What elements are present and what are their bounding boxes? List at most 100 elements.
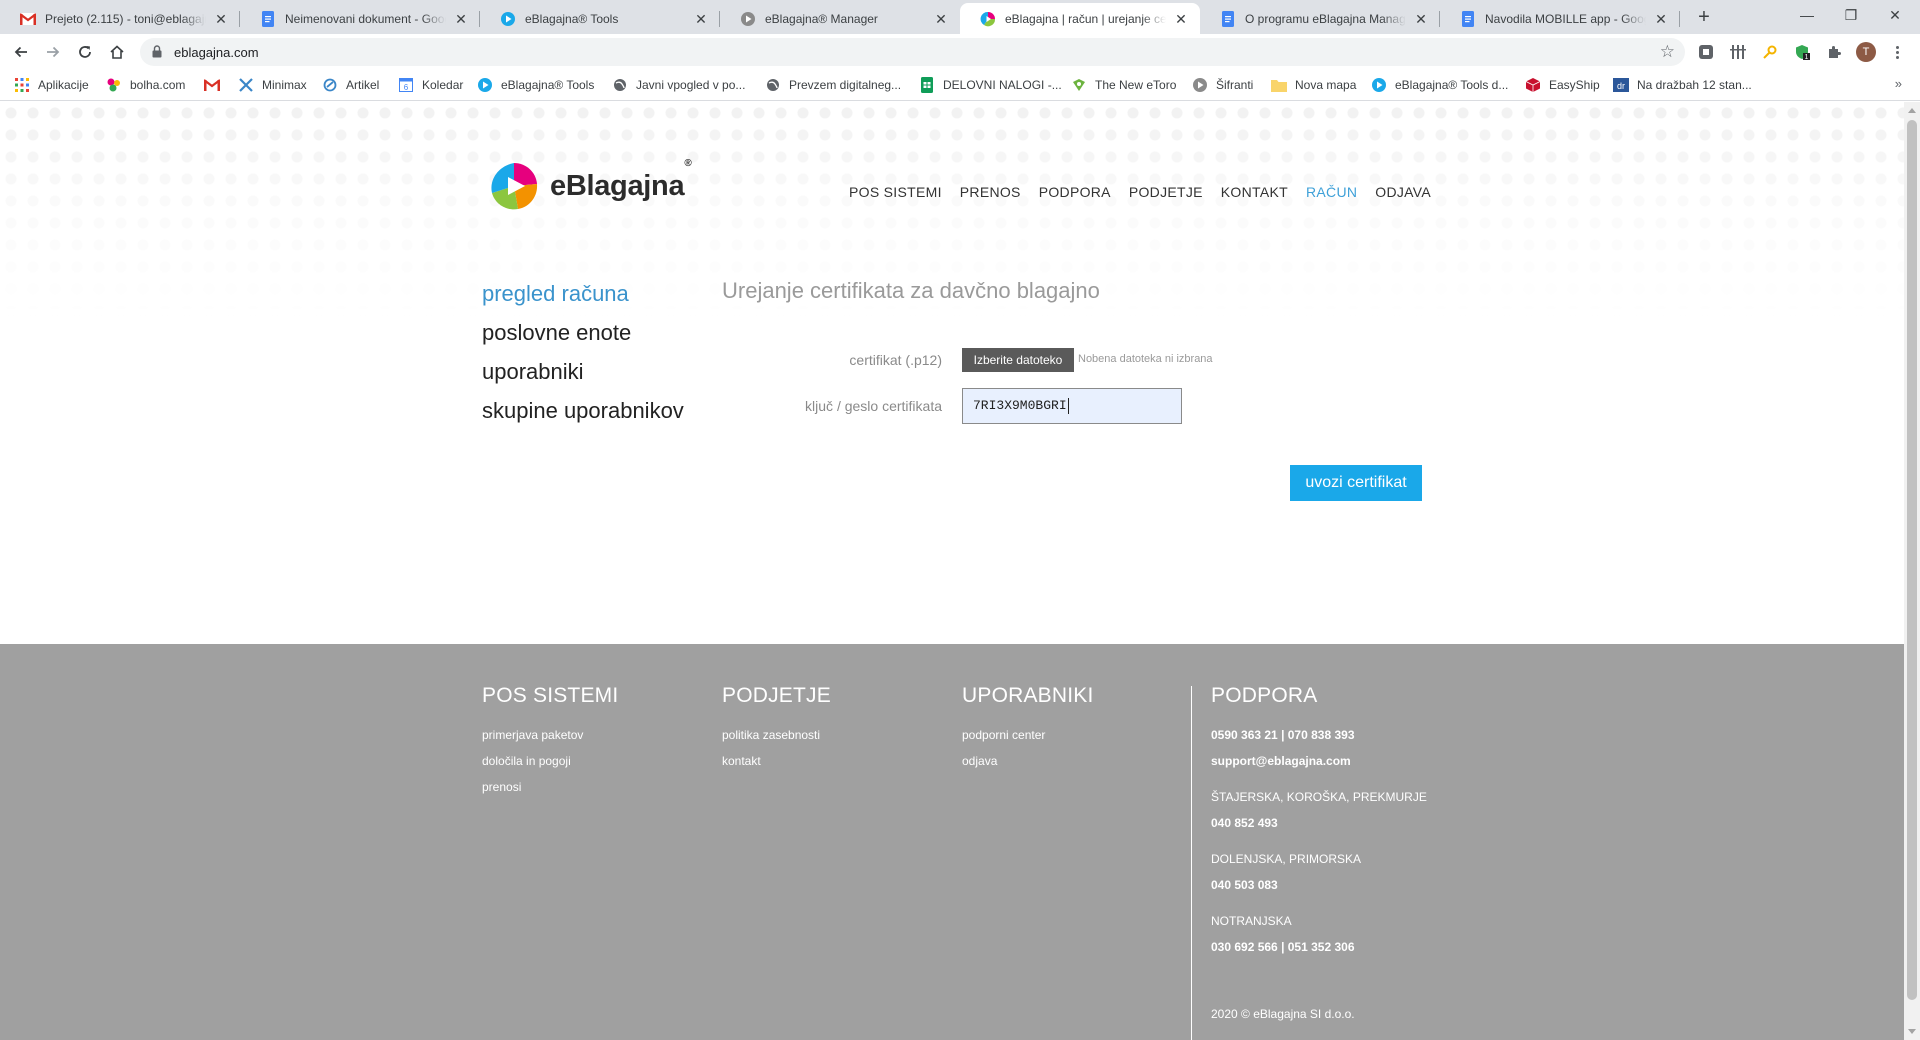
bookmark-gmail[interactable] [204,76,228,94]
footer-link-dolocila[interactable]: določila in pogoji [482,748,618,774]
tab-eblagajna-tools[interactable]: eBlagajna® Tools ✕ [480,3,720,34]
tab-title: Prejeto (2.115) - toni@eblagajna.com [45,11,206,26]
bookmark-label: Minimax [262,78,307,92]
close-icon[interactable]: ✕ [692,10,710,28]
bookmark-bolha[interactable]: bolha.com [106,76,185,94]
extension-shield-icon[interactable]: 1 [1792,42,1812,62]
bookmark-label: Šifranti [1216,78,1254,92]
tab-docs-3[interactable]: Navodila MOBILLE app - Google Dokumenti … [1440,3,1680,34]
bookmark-minimax[interactable]: Minimax [238,76,307,94]
close-icon[interactable]: ✕ [1652,10,1670,28]
footer-link-odjava[interactable]: odjava [962,748,1094,774]
reload-button[interactable] [72,39,98,65]
sidenav-poslovne-enote[interactable]: poslovne enote [482,313,684,352]
new-tab-button[interactable]: + [1690,4,1718,32]
copyright-text: 2020 © eBlagajna SI d.o.o. [1211,1007,1355,1021]
bookmark-eblagajna-tools[interactable]: eBlagajna® Tools [477,76,594,94]
tab-title: Neimenovani dokument - Google Dokumenti [285,11,446,26]
maximize-button[interactable]: ❐ [1828,0,1874,32]
bookmark-sifranti[interactable]: Šifranti [1192,76,1253,94]
close-icon[interactable]: ✕ [1172,10,1190,28]
support-phone-2[interactable]: 040 503 083 [1211,872,1427,898]
bookmark-eblagajna-tools-d[interactable]: eBlagajna® Tools d... [1371,76,1508,94]
back-button[interactable] [8,39,34,65]
site-logo[interactable]: eBlagajna® [488,158,692,212]
nav-odjava[interactable]: ODJAVA [1375,184,1431,200]
footer-link-kontakt[interactable]: kontakt [722,748,831,774]
choose-file-button[interactable]: Izberite datoteko [962,348,1074,372]
support-phones[interactable]: 0590 363 21 | 070 838 393 [1211,722,1427,748]
footer-link-prenosi[interactable]: prenosi [482,774,618,800]
close-icon[interactable]: ✕ [452,10,470,28]
footer-divider [1191,686,1192,1040]
page-content: eBlagajna® POS SISTEMI PRENOS PODPORA PO… [0,102,1904,1040]
bolha-icon [106,77,122,93]
import-certificate-button[interactable]: uvozi certifikat [1290,465,1422,501]
minimize-button[interactable]: — [1784,0,1830,32]
bookmark-label: eBlagajna® Tools [501,78,595,92]
gmail-icon [204,77,220,93]
bookmark-javni-vpogled[interactable]: Javni vpogled v po... [612,76,745,94]
sidenav-uporabniki[interactable]: uporabniki [482,352,684,391]
eblagajna-grey-icon [740,11,756,27]
bookmark-nova-mapa[interactable]: Nova mapa [1271,76,1356,94]
footer-link-politika[interactable]: politika zasebnosti [722,722,831,748]
tab-eblagajna-manager[interactable]: eBlagajna® Manager ✕ [720,3,960,34]
footer-link-primerjava[interactable]: primerjava paketov [482,722,618,748]
url-text: eblagajna.com [174,45,259,60]
tab-docs-2[interactable]: O programu eBlagajna Manager ✕ [1200,3,1440,34]
bookmark-label: Javni vpogled v po... [636,78,746,92]
bookmark-koledar[interactable]: 6 Koledar [398,76,463,94]
close-icon[interactable]: ✕ [212,10,230,28]
nav-pos-sistemi[interactable]: POS SISTEMI [849,184,942,200]
more-bookmarks-icon[interactable]: » [1895,76,1902,91]
extension-grid-icon[interactable] [1728,42,1748,62]
nav-podjetje[interactable]: PODJETJE [1129,184,1203,200]
nav-racun[interactable]: RAČUN [1306,184,1357,200]
home-button[interactable] [104,39,130,65]
support-phone-3[interactable]: 030 692 566 | 051 352 306 [1211,934,1427,960]
password-value: 7RI3X9M0BGRI [973,398,1067,413]
nav-kontakt[interactable]: KONTAKT [1221,184,1288,200]
bookmark-delovni-nalogi[interactable]: DELOVNI NALOGI -... [919,76,1062,94]
bookmark-star-icon[interactable]: ☆ [1660,42,1675,62]
bookmark-aplikacije[interactable]: Aplikacije [14,76,89,94]
account-sidenav: pregled računa poslovne enote uporabniki… [482,274,684,430]
extension-key-icon[interactable] [1760,42,1780,62]
browser-menu-icon[interactable] [1892,42,1902,62]
tab-docs-1[interactable]: Neimenovani dokument - Google Dokumenti … [240,3,480,34]
bookmark-prevzem[interactable]: Prevzem digitalneg... [765,76,901,94]
tab-title: O programu eBlagajna Manager [1245,11,1406,26]
forward-button[interactable] [40,39,66,65]
extension-square-icon[interactable] [1696,42,1716,62]
nav-podpora[interactable]: PODPORA [1039,184,1111,200]
tab-gmail[interactable]: Prejeto (2.115) - toni@eblagajna.com ✕ [0,3,240,34]
bookmark-artikel[interactable]: Artikel [322,76,379,94]
calendar-icon: 6 [398,77,414,93]
support-email[interactable]: support@eblagajna.com [1211,748,1427,774]
profile-avatar[interactable]: T [1856,42,1876,62]
sidenav-pregled-racuna[interactable]: pregled računa [482,274,684,313]
nav-prenos[interactable]: PRENOS [960,184,1021,200]
svg-text:6: 6 [404,83,409,92]
bookmark-etoro[interactable]: The New eToro [1071,76,1176,94]
certificate-password-input[interactable]: 7RI3X9M0BGRI [962,388,1182,424]
bookmark-easyship[interactable]: EasyShip [1525,76,1600,94]
docs-icon [1460,10,1476,27]
etoro-icon [1071,77,1087,93]
extensions-puzzle-icon[interactable] [1824,42,1844,62]
close-icon[interactable]: ✕ [932,10,950,28]
close-icon[interactable]: ✕ [1412,10,1430,28]
address-bar[interactable]: eblagajna.com ☆ [140,38,1685,66]
page-scrollbar[interactable] [1904,102,1920,1040]
easyship-icon [1525,77,1541,93]
footer-link-podporni-center[interactable]: podporni center [962,722,1094,748]
bookmark-na-drazbah[interactable]: dr Na dražbah 12 stan... [1613,76,1752,94]
support-region-1: ŠTAJERSKA, KOROŠKA, PREKMURJE [1211,790,1427,804]
main-nav: POS SISTEMI PRENOS PODPORA PODJETJE KONT… [849,184,1431,200]
support-phone-1[interactable]: 040 852 493 [1211,810,1427,836]
sidenav-skupine-uporabnikov[interactable]: skupine uporabnikov [482,391,684,430]
close-window-button[interactable]: ✕ [1872,0,1918,32]
home-icon [110,45,124,59]
tab-eblagajna-racun[interactable]: eBlagajna | račun | urejanje certifikata… [960,3,1200,34]
